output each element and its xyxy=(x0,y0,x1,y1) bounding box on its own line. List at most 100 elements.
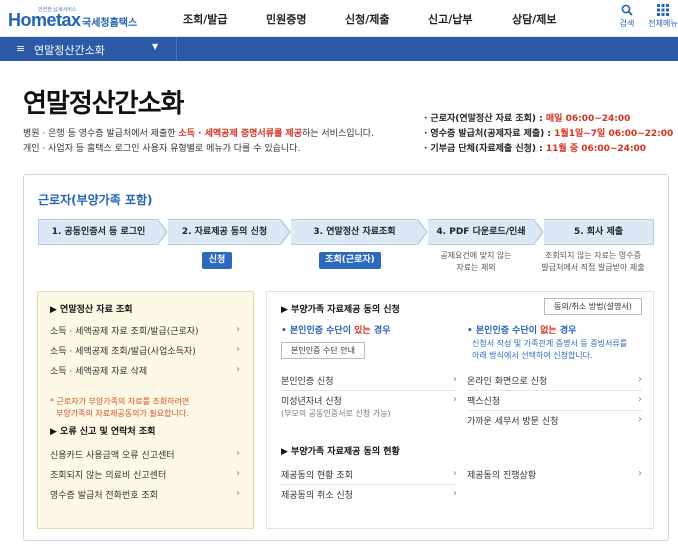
nav-item-certificate[interactable]: 민원증명 xyxy=(266,11,306,27)
link-label: 영수증 발급처 전화번호 조회 xyxy=(50,491,158,501)
subbar-divider xyxy=(176,37,177,61)
schedule-label: 근로자(연말정산 자료 조회) : xyxy=(430,114,546,124)
chevron-right-icon: › xyxy=(453,488,457,499)
schedule-value: 매일 06:00~24:00 xyxy=(545,114,631,124)
step-arrow-icon xyxy=(417,219,428,245)
link-consent-status-lookup[interactable]: 제공동의 현황 조회 › xyxy=(281,468,457,481)
link-label: 제공동의 진행상황 xyxy=(467,471,537,481)
nav-item-report[interactable]: 신고/납부 xyxy=(428,11,473,27)
link-label: 가까운 세무서 방문 신청 xyxy=(467,417,559,427)
link-business-deduction-lookup[interactable]: 소득 · 세액공제 조회/발급(사업소득자) › xyxy=(50,344,244,357)
link-label: 온라인 화면으로 신청 xyxy=(467,377,548,387)
link-label: 미성년자녀 신청 xyxy=(281,397,342,407)
note-line1: 신청서 작성 및 가족관계 증명서 등 증빙서류를 xyxy=(472,339,628,348)
chevron-right-icon: › xyxy=(638,394,642,405)
error-report-heading: ▶ 오류 신고 및 연락처 조회 xyxy=(50,427,156,437)
link-fax-apply[interactable]: 팩스신청 › xyxy=(467,394,642,407)
logo-wordmark: Hometax xyxy=(8,10,81,30)
nav-item-inquiry[interactable]: 조회/발급 xyxy=(183,11,228,27)
link-label: 조회되지 않는 의료비 신고센터 xyxy=(50,471,167,481)
link-label: 본인인증 신청 xyxy=(281,377,334,387)
hamburger-icon[interactable]: ≡ xyxy=(16,43,25,55)
grid-menu-icon xyxy=(648,4,678,18)
step-arrow-icon xyxy=(157,219,168,245)
link-worker-deduction-lookup[interactable]: 소득 · 세액공제 자료 조회/발급(근로자) › xyxy=(50,324,244,337)
submit-step-note: 조회되지 않는 자료는 영수증 발급처에서 직접 발급받아 제출 xyxy=(533,250,653,274)
schedule-row: · 기부금 단체(자료제출 신청) : 11월 중 06:00~24:00 xyxy=(424,144,647,154)
auth-text: • 본인인증 수단이 xyxy=(467,326,541,336)
desc-line1-b: 하는 서비스입니다. xyxy=(301,129,374,139)
left-panel: ▶ 연말정산 자료 조회 소득 · 세액공제 자료 조회/발급(근로자) › 소득… xyxy=(37,291,254,529)
logo-subtitle: 국세청홈택스 xyxy=(82,18,138,29)
link-label: 소득 · 세액공제 자료 조회/발급(근로자) xyxy=(50,327,199,337)
link-card-error-report[interactable]: 신용카드 사용금액 오류 신고센터 › xyxy=(50,448,244,461)
auth-highlight: 있는 xyxy=(354,326,371,336)
chevron-right-icon: › xyxy=(638,468,642,479)
service-schedule: · 근로자(연말정산 자료 조회) : 매일 06:00~24:00 · 영수증 발… xyxy=(424,112,673,157)
auth-unavailable-heading: • 본인인증 수단이 없는 경우 xyxy=(467,323,576,336)
chevron-right-icon: › xyxy=(236,364,240,375)
link-tax-office-visit[interactable]: 가까운 세무서 방문 신청 › xyxy=(467,414,642,427)
chevron-right-icon: › xyxy=(453,468,457,479)
chevron-down-icon[interactable]: ▼ xyxy=(152,42,158,51)
step-arrow-icon xyxy=(533,219,544,245)
lookup-section-heading: ▶ 연말정산 자료 조회 xyxy=(50,305,133,315)
apply-button[interactable]: 신청 xyxy=(202,252,232,269)
sub-navigation-bar: ≡ 연말정산간소화 ▼ xyxy=(0,37,678,61)
step-arrow-icon xyxy=(280,219,291,245)
divider xyxy=(467,410,642,411)
chevron-right-icon: › xyxy=(236,324,240,335)
page-title: 연말정산간소화 xyxy=(23,89,184,119)
lookup-worker-button[interactable]: 조회(근로자) xyxy=(319,252,381,269)
chevron-right-icon: › xyxy=(236,448,240,459)
page-description: 병원 · 은행 등 영수증 발급처에서 제출한 소득 · 세액공제 증명서류를 … xyxy=(23,127,374,157)
dependent-consent-note: * 근로자가 부양가족의 자료를 조회하려면 부양가족의 자료제공동의가 필요합… xyxy=(50,396,189,420)
link-self-auth-apply[interactable]: 본인인증 신청 › xyxy=(281,374,457,387)
desc-line2: 개인 · 사업자 등 홈택스 로그인 사용자 유형별로 메뉴가 다를 수 있습니… xyxy=(23,144,301,154)
auth-text: • 본인인증 수단이 xyxy=(281,326,355,336)
consent-apply-heading: ▶ 부양가족 자료제공 동의 신청 xyxy=(281,305,400,315)
link-consent-progress[interactable]: 제공동의 진행상황 › xyxy=(467,468,642,481)
link-label: 신용카드 사용금액 오류 신고센터 xyxy=(50,451,175,461)
auth-guide-button[interactable]: 본인인증 수단 안내 xyxy=(281,342,365,359)
consent-status-heading: ▶ 부양가족 자료제공 동의 현황 xyxy=(281,447,400,457)
all-menu-label: 전체메뉴 xyxy=(648,19,678,28)
link-medical-report[interactable]: 조회되지 않는 의료비 신고센터 › xyxy=(50,468,244,481)
step-pdf: 4. PDF 다운로드/인쇄 xyxy=(428,219,534,245)
worker-section-box: 근로자(부양가족 포함) 1. 공동인증서 등 로그인 2. 자료제공 동의 신… xyxy=(23,174,669,541)
link-minor-child-apply[interactable]: 미성년자녀 신청 › xyxy=(281,394,457,407)
link-consent-cancel[interactable]: 제공동의 취소 신청 › xyxy=(281,488,457,501)
schedule-row: · 영수증 발급처(공제자료 제출) : 1월1일~7일 06:00~22:00 xyxy=(424,129,674,139)
subbar-title[interactable]: 연말정산간소화 xyxy=(34,42,105,58)
link-label: 제공동의 취소 신청 xyxy=(281,491,353,501)
consent-method-button[interactable]: 동의/취소 방법(설명서) xyxy=(544,298,642,315)
link-label: 제공동의 현황 조회 xyxy=(281,471,353,481)
right-panel: ▶ 부양가족 자료제공 동의 신청 동의/취소 방법(설명서) • 본인인증 수… xyxy=(266,291,654,529)
link-issuer-phone-lookup[interactable]: 영수증 발급처 전화번호 조회 › xyxy=(50,488,244,501)
nav-item-application[interactable]: 신청/제출 xyxy=(345,11,390,27)
note-line2: 아래 방식에서 선택하여 신청합니다. xyxy=(472,351,593,360)
pdf-step-note: 공제요건에 맞지 않는 자료는 제외 xyxy=(431,250,521,274)
chevron-right-icon: › xyxy=(453,394,457,405)
divider xyxy=(281,484,457,485)
link-label: 소득 · 세액공제 조회/발급(사업소득자) xyxy=(50,347,196,357)
link-label: 팩스신청 xyxy=(467,397,501,407)
auth-highlight: 없는 xyxy=(540,326,557,336)
note-line1: * 근로자가 부양가족의 자료를 조회하려면 xyxy=(50,397,190,406)
link-online-apply[interactable]: 온라인 화면으로 신청 › xyxy=(467,374,642,387)
pdf-note-line1: 공제요건에 맞지 않는 xyxy=(440,251,512,260)
auth-unavailable-note: 신청서 작성 및 가족관계 증명서 등 증빙서류를 아래 방식에서 선택하여 신… xyxy=(472,338,627,362)
divider xyxy=(467,390,642,391)
step-submit: 5. 회사 제출 xyxy=(544,219,654,245)
auth-available-heading: • 본인인증 수단이 있는 경우 xyxy=(281,323,390,336)
all-menu-button[interactable]: 전체메뉴 xyxy=(648,4,678,29)
search-button[interactable]: 검색 xyxy=(612,4,642,29)
chevron-right-icon: › xyxy=(236,468,240,479)
link-deduction-delete[interactable]: 소득 · 세액공제 자료 삭제 › xyxy=(50,364,244,377)
nav-item-consult[interactable]: 상담/제보 xyxy=(512,11,557,27)
link-label: 소득 · 세액공제 자료 삭제 xyxy=(50,367,148,377)
schedule-value: 11월 중 06:00~24:00 xyxy=(545,144,647,154)
search-icon xyxy=(612,4,642,18)
chevron-right-icon: › xyxy=(638,414,642,425)
chevron-right-icon: › xyxy=(638,374,642,385)
